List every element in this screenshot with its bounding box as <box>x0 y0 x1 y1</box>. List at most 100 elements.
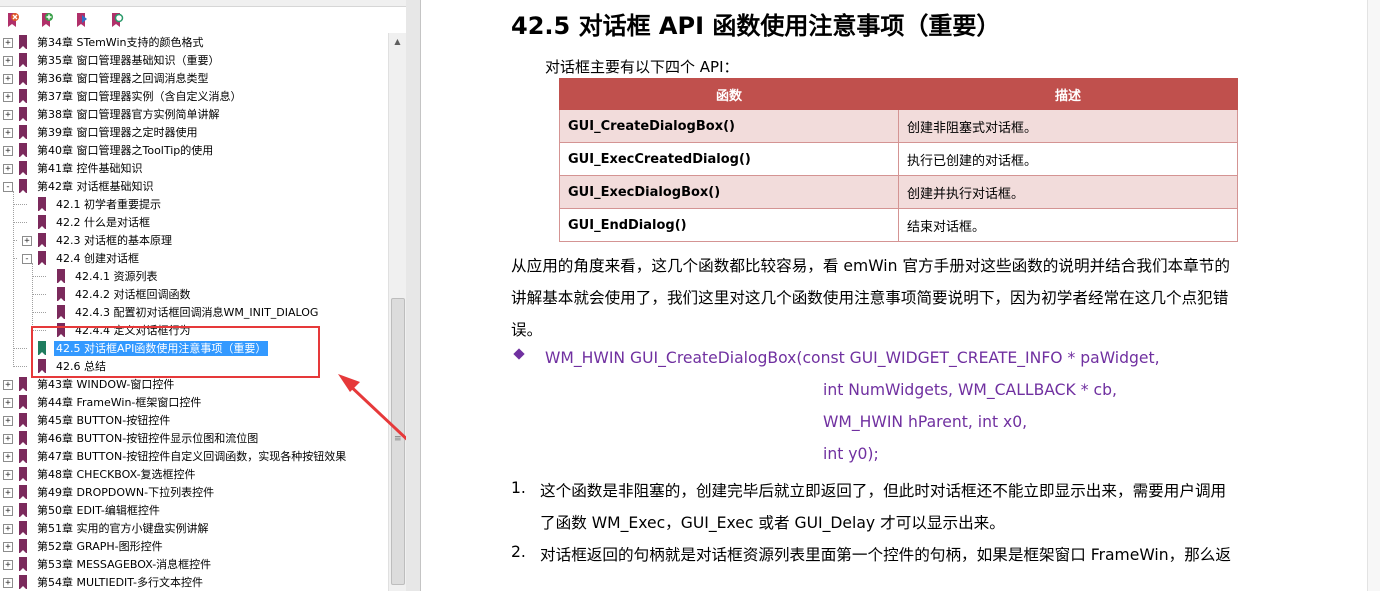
tree-item[interactable]: + 第38章 窗口管理器官方实例简单讲解 <box>0 106 388 124</box>
tree-item[interactable]: +42.3 对话框的基本原理 <box>0 232 388 250</box>
expand-icon[interactable]: + <box>3 38 13 48</box>
tree-item[interactable]: + 第53章 MESSAGEBOX-消息框控件 <box>0 556 388 574</box>
expand-icon[interactable]: + <box>3 56 13 66</box>
function-signature-line: int y0); <box>823 445 879 463</box>
document-gutter <box>406 0 421 591</box>
expand-icon[interactable]: + <box>3 146 13 156</box>
tree-item[interactable]: + 第50章 EDIT-编辑框控件 <box>0 502 388 520</box>
tree-item-label: 42.3 对话框的基本原理 <box>56 234 172 247</box>
tree-item[interactable]: + 第39章 窗口管理器之定时器使用 <box>0 124 388 142</box>
expand-icon[interactable]: + <box>3 560 13 570</box>
bookmark-icon <box>19 143 27 158</box>
bookmark-icon <box>19 557 27 572</box>
bookmark-icon <box>19 125 27 140</box>
tree-item[interactable]: 42.4.2 对话框回调函数 <box>0 286 388 304</box>
api-table: 函数 描述 GUI_CreateDialogBox() 创建非阻塞式对话框。 G… <box>559 78 1238 242</box>
expand-icon[interactable]: + <box>3 416 13 426</box>
collapse-icon[interactable]: - <box>22 254 32 264</box>
tree-item[interactable]: - 42.4 创建对话框 <box>0 250 388 268</box>
tree-item[interactable]: + 第41章 控件基础知识 <box>0 160 388 178</box>
function-signature-line: WM_HWIN GUI_CreateDialogBox(const GUI_WI… <box>545 349 1160 367</box>
tree-item[interactable]: - 第42章 对话框基础知识 <box>0 178 388 196</box>
bookmark-icon <box>19 161 27 176</box>
tree-connector <box>32 312 46 313</box>
tree-item-label: 第38章 窗口管理器官方实例简单讲解 <box>37 108 220 121</box>
tree-item[interactable]: + 第49章 DROPDOWN-下拉列表控件 <box>0 484 388 502</box>
table-cell-function: GUI_CreateDialogBox() <box>559 109 899 143</box>
tree-item[interactable]: 42.1 初学者重要提示 <box>0 196 388 214</box>
tree-item-label: 第43章 WINDOW-窗口控件 <box>37 378 175 391</box>
tree-item[interactable]: 42.4.1 资源列表 <box>0 268 388 286</box>
bookmark-icon <box>19 89 27 104</box>
tree-item[interactable]: + 第47章 BUTTON-按钮控件自定义回调函数，实现各种按钮效果 <box>0 448 388 466</box>
bookmark-icon <box>57 305 65 320</box>
tree-item[interactable]: + 第37章 窗口管理器实例（含自定义消息） <box>0 88 388 106</box>
tree-connector <box>13 222 27 223</box>
list-number: 1. <box>511 479 526 497</box>
expand-icon[interactable]: + <box>3 110 13 120</box>
bookmark-icon <box>19 107 27 122</box>
expand-icon[interactable]: + <box>3 452 13 462</box>
table-header-row: 函数 描述 <box>559 78 1238 110</box>
tree-item-label: 第36章 窗口管理器之回调消息类型 <box>37 72 209 85</box>
bullet-diamond-icon <box>513 348 525 360</box>
expand-icon[interactable]: + <box>3 74 13 84</box>
bookmark-icon <box>38 197 46 212</box>
expand-icon[interactable]: + <box>3 92 13 102</box>
bookmark-icon <box>19 503 27 518</box>
tree-item[interactable]: + 第54章 MULTIEDIT-多行文本控件 <box>0 574 388 591</box>
expand-icon[interactable]: + <box>3 506 13 516</box>
expand-icon[interactable]: + <box>3 128 13 138</box>
expand-icon[interactable]: + <box>3 434 13 444</box>
scroll-up-arrow-icon[interactable]: ▲ <box>389 33 406 50</box>
tree-item[interactable]: + 第35章 窗口管理器基础知识（重要） <box>0 52 388 70</box>
tree-item-label: 42.4.3 配置初对话框回调消息WM_INIT_DIALOG <box>75 306 319 319</box>
bookmark-icon <box>19 485 27 500</box>
tree-item[interactable]: 42.2 什么是对话框 <box>0 214 388 232</box>
tree-connector <box>32 294 46 295</box>
new-bookmark-icon[interactable] <box>38 11 56 29</box>
tree-item-label: 42.2 什么是对话框 <box>56 216 150 229</box>
expand-icon[interactable]: + <box>3 578 13 588</box>
expand-icon[interactable]: + <box>3 542 13 552</box>
function-signature-line: WM_HWIN hParent, int x0, <box>823 413 1028 431</box>
tree-item[interactable]: + 第52章 GRAPH-图形控件 <box>0 538 388 556</box>
bookmark-icon <box>19 377 27 392</box>
function-signature-line: int NumWidgets, WM_CALLBACK * cb, <box>823 381 1117 399</box>
list-item-line: 了函数 WM_Exec，GUI_Exec 或者 GUI_Delay 才可以显示出… <box>540 514 1005 532</box>
bookmark-icon <box>19 53 27 68</box>
table-row: GUI_ExecDialogBox() 创建并执行对话框。 <box>559 175 1238 209</box>
bookmark-icon <box>38 251 46 266</box>
table-header-function: 函数 <box>559 78 899 110</box>
tree-item[interactable]: + 第48章 CHECKBOX-复选框控件 <box>0 466 388 484</box>
bookmark-icon <box>19 521 27 536</box>
tree-guide-line <box>13 191 14 367</box>
expand-icon[interactable]: + <box>3 398 13 408</box>
find-bookmark-icon[interactable] <box>108 11 126 29</box>
tree-item[interactable]: + 第40章 窗口管理器之ToolTip的使用 <box>0 142 388 160</box>
bookmark-icon <box>38 233 46 248</box>
tree-item[interactable]: + 第36章 窗口管理器之回调消息类型 <box>0 70 388 88</box>
document-scrollbar[interactable] <box>1367 0 1380 591</box>
bookmark-icon <box>19 179 27 194</box>
expand-bookmark-icon[interactable] <box>73 11 91 29</box>
tree-item-label: 第48章 CHECKBOX-复选框控件 <box>37 468 196 481</box>
tree-item-label: 第53章 MESSAGEBOX-消息框控件 <box>37 558 212 571</box>
table-cell-function: GUI_EndDialog() <box>559 208 899 242</box>
expand-icon[interactable]: + <box>3 380 13 390</box>
bookmark-icon <box>38 215 46 230</box>
expand-icon[interactable]: + <box>3 488 13 498</box>
bookmark-icon <box>19 467 27 482</box>
bookmarks-toolbar <box>0 7 388 33</box>
tree-item[interactable]: + 第34章 STemWin支持的颜色格式 <box>0 34 388 52</box>
tree-item[interactable]: 42.4.3 配置初对话框回调消息WM_INIT_DIALOG <box>0 304 388 322</box>
expand-icon[interactable]: + <box>3 470 13 480</box>
delete-bookmark-icon[interactable] <box>4 11 22 29</box>
expand-icon[interactable]: + <box>3 164 13 174</box>
expand-icon[interactable]: + <box>3 524 13 534</box>
collapse-icon[interactable]: - <box>3 182 13 192</box>
tree-item-label: 第42章 对话框基础知识 <box>37 180 154 193</box>
expand-icon[interactable]: + <box>22 236 32 246</box>
tree-item[interactable]: + 第51章 实用的官方小键盘实例讲解 <box>0 520 388 538</box>
bookmarks-scrollbar[interactable]: ▲ ≡ <box>388 33 406 591</box>
